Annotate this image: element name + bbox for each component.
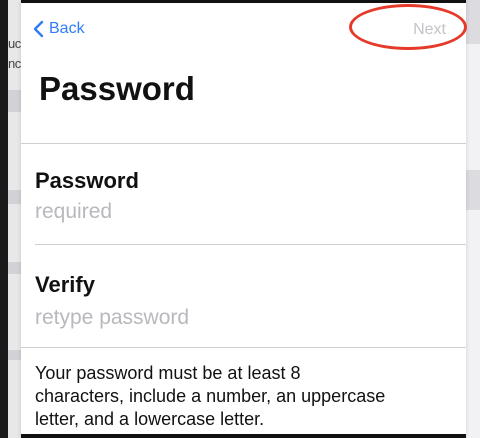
- background-divider: [8, 350, 21, 360]
- password-field[interactable]: [35, 200, 435, 224]
- back-button[interactable]: Back: [33, 20, 85, 38]
- verify-password-field[interactable]: [35, 306, 435, 330]
- background-divider: [8, 262, 21, 274]
- password-label: Password: [35, 168, 139, 193]
- divider: [35, 244, 466, 245]
- bottom-edge: [21, 434, 466, 438]
- verify-label: Verify: [35, 272, 95, 297]
- device-bezel: [0, 0, 8, 438]
- modal-sheet: Back Next Password Password Verify Your …: [21, 0, 466, 438]
- background-divider: [8, 90, 21, 112]
- background-list-peek: uc nc: [8, 0, 21, 438]
- top-edge: [21, 0, 466, 3]
- chevron-left-icon: [33, 20, 44, 38]
- hint-line: letter, and a lowercase letter.: [35, 409, 265, 429]
- divider: [21, 347, 466, 348]
- hint-line: characters, include a number, an upperca…: [35, 386, 386, 406]
- next-button[interactable]: Next: [413, 21, 446, 39]
- password-requirements-text: Your password must be at least 8 charact…: [35, 362, 455, 431]
- background-text: uc: [8, 36, 21, 51]
- background-divider: [466, 170, 480, 210]
- page-title: Password: [39, 70, 195, 107]
- background-right-peek: [466, 0, 480, 438]
- background-divider: [8, 190, 21, 204]
- divider: [21, 143, 466, 144]
- background-text: nc: [8, 56, 21, 71]
- hint-line: Your password must be at least 8: [35, 363, 301, 383]
- back-label: Back: [49, 20, 85, 37]
- background-divider: [466, 0, 480, 44]
